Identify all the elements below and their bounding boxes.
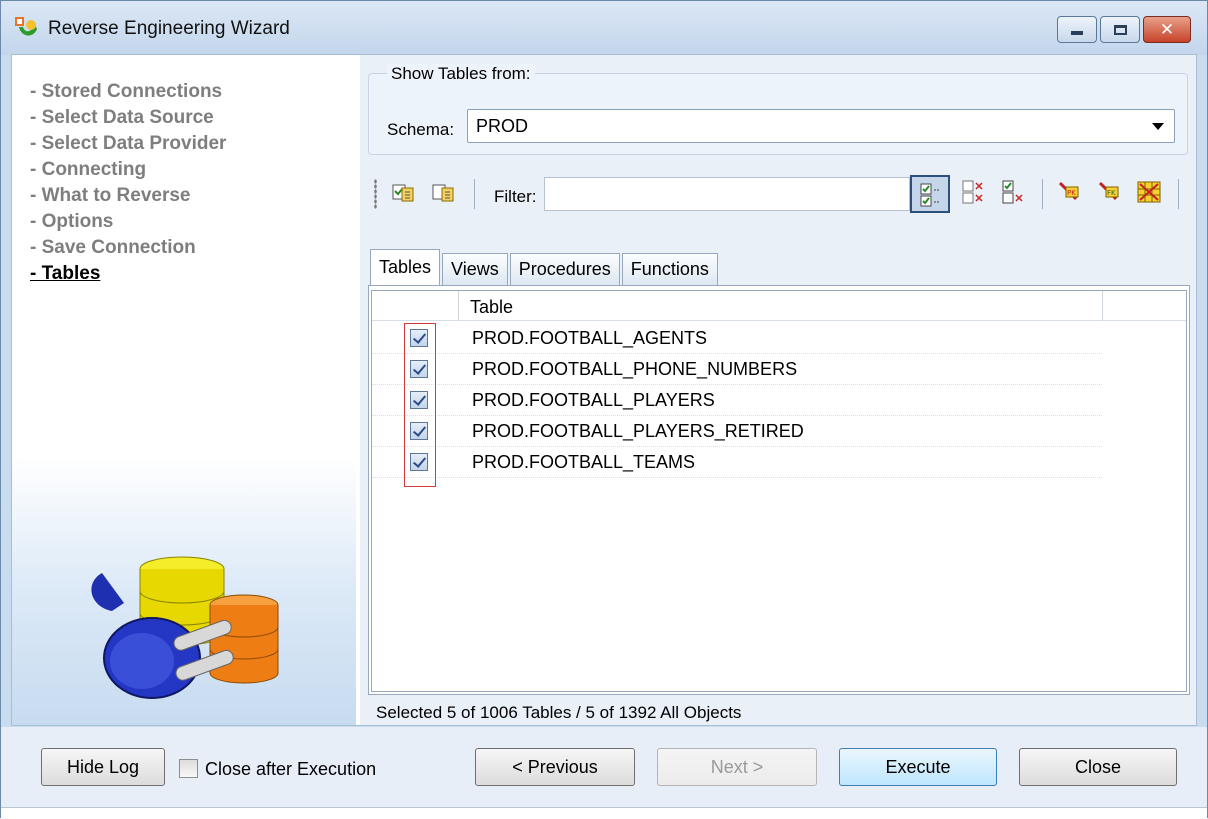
svg-text:FK: FK [1107, 189, 1116, 197]
deselect-all-icon[interactable] [430, 179, 456, 205]
maximize-icon [1113, 24, 1127, 35]
table-name-cell: PROD.FOOTBALL_PHONE_NUMBERS [472, 359, 798, 379]
column-separator[interactable] [1102, 291, 1103, 321]
filter-label: Filter: [494, 187, 537, 206]
wizard-step[interactable]: - Options [30, 209, 226, 235]
window-controls: ✕ [1057, 16, 1191, 43]
chevron-down-icon[interactable] [1152, 123, 1164, 130]
schema-label: Schema: [387, 120, 455, 139]
wizard-step[interactable]: - Stored Connections [30, 79, 226, 105]
app-icon [15, 17, 37, 36]
show-checked-icon [920, 183, 940, 207]
database-plug-icon [91, 556, 279, 699]
wizard-step[interactable]: - Select Data Source [30, 105, 226, 131]
show-unchecked-icon[interactable] [960, 179, 986, 205]
window-title: Reverse Engineering Wizard [48, 18, 290, 39]
pk-filter-icon[interactable]: PK [1056, 179, 1082, 205]
grid-filter-icon[interactable] [1136, 179, 1162, 205]
tab-views[interactable]: Views [442, 253, 508, 285]
show-tables-group: Show Tables from: Schema: PROD [368, 64, 1188, 155]
table-name-cell: PROD.FOOTBALL_TEAMS [472, 452, 696, 472]
select-all-icon[interactable] [390, 179, 416, 205]
table-name-cell: PROD.FOOTBALL_PLAYERS_RETIRED [472, 421, 804, 441]
status-bar [1, 807, 1207, 819]
tab-functions[interactable]: Functions [621, 253, 718, 285]
execute-button[interactable]: Execute [839, 748, 997, 786]
table-row[interactable]: PROD.FOOTBALL_AGENTS [372, 323, 1102, 354]
fk-filter-icon[interactable]: FK [1096, 179, 1122, 205]
selection-status: Selected 5 of 1006 Tables / 5 of 1392 Al… [376, 703, 742, 722]
wizard-step[interactable]: - Connecting [30, 157, 226, 183]
close-after-execution-checkbox[interactable] [179, 759, 198, 778]
schema-value: PROD [476, 116, 529, 136]
minimize-button[interactable] [1057, 16, 1097, 43]
title-bar[interactable]: Reverse Engineering Wizard ✕ [1, 1, 1207, 55]
wizard-step[interactable]: - Select Data Provider [30, 131, 226, 157]
table-name-cell: PROD.FOOTBALL_PLAYERS [472, 390, 715, 410]
show-tables-legend: Show Tables from: [387, 64, 535, 84]
maximize-button[interactable] [1100, 16, 1140, 43]
svg-text:PK: PK [1067, 189, 1076, 197]
next-button[interactable]: Next > [657, 748, 817, 786]
column-separator[interactable] [458, 291, 459, 321]
wizard-step[interactable]: - What to Reverse [30, 183, 226, 209]
object-type-tabs: Tables Views Procedures Functions [370, 249, 720, 285]
previous-button[interactable]: < Previous [475, 748, 635, 786]
table-row[interactable]: PROD.FOOTBALL_TEAMS [372, 447, 1102, 478]
tab-tables[interactable]: Tables [370, 249, 441, 285]
tables-grid[interactable]: Table PROD.FOOTBALL_AGENTS PROD.FOOTBALL_… [371, 290, 1187, 692]
close-icon: ✕ [1159, 20, 1175, 39]
checkbox-highlight-box [404, 323, 436, 487]
wizard-step[interactable]: - Save Connection [30, 235, 226, 261]
grid-header: Table [372, 291, 1186, 321]
close-window-button[interactable]: ✕ [1143, 16, 1191, 43]
tab-procedures[interactable]: Procedures [509, 253, 620, 285]
wizard-steps-list: - Stored Connections - Select Data Source… [30, 79, 226, 287]
toolbar-grip[interactable] [374, 179, 377, 209]
show-checked-button[interactable] [910, 175, 950, 213]
table-name-cell: PROD.FOOTBALL_AGENTS [472, 328, 708, 348]
wizard-step[interactable]: - Tables [30, 261, 226, 287]
show-selected-icon[interactable] [1000, 179, 1026, 205]
toolbar-separator [1042, 179, 1043, 209]
close-after-execution-label[interactable]: Close after Execution [205, 759, 376, 780]
button-bar: Hide Log Close after Execution < Previou… [1, 727, 1207, 807]
close-button[interactable]: Close [1019, 748, 1177, 786]
toolbar-separator [1178, 179, 1179, 209]
wizard-steps-panel: - Stored Connections - Select Data Source… [12, 55, 356, 725]
tables-tab-page: Table PROD.FOOTBALL_AGENTS PROD.FOOTBALL_… [368, 285, 1190, 695]
table-row[interactable]: PROD.FOOTBALL_PLAYERS [372, 385, 1102, 416]
tables-panel: Show Tables from: Schema: PROD Filter: P… [360, 55, 1196, 725]
schema-select[interactable]: PROD [467, 109, 1175, 143]
table-row[interactable]: PROD.FOOTBALL_PHONE_NUMBERS [372, 354, 1102, 385]
column-header-table[interactable]: Table [470, 297, 513, 318]
filter-input[interactable] [544, 177, 910, 211]
wizard-window: Reverse Engineering Wizard ✕ - Stored Co… [0, 0, 1208, 819]
toolbar-separator [474, 179, 475, 209]
wizard-client-area: - Stored Connections - Select Data Source… [11, 54, 1197, 726]
hide-log-button[interactable]: Hide Log [41, 748, 165, 786]
minimize-icon [1071, 30, 1083, 35]
table-row[interactable]: PROD.FOOTBALL_PLAYERS_RETIRED [372, 416, 1102, 447]
